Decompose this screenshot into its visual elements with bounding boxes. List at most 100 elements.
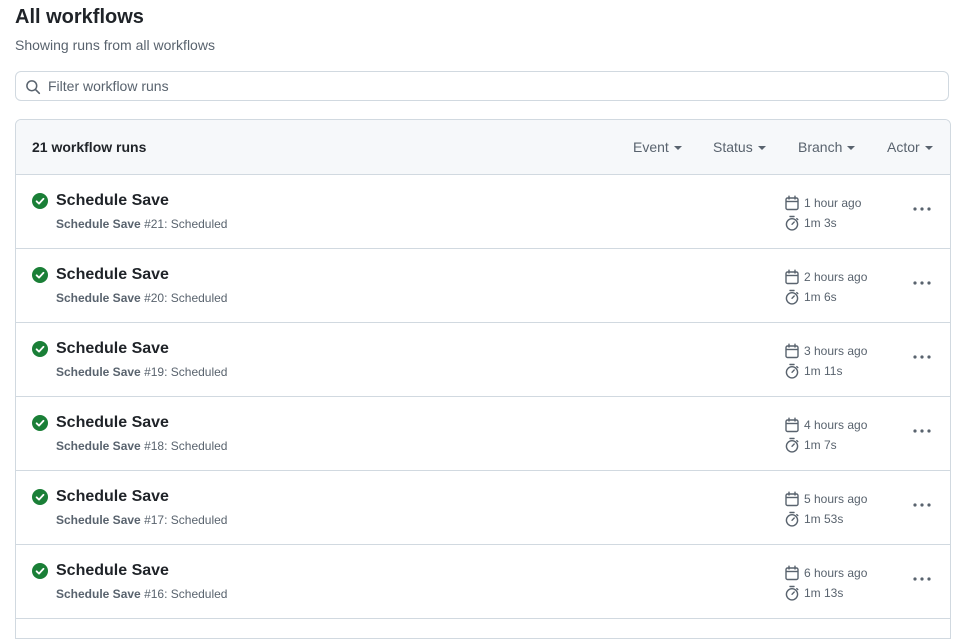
- run-title-link[interactable]: Schedule Save: [56, 488, 169, 506]
- run-number: #18: [144, 439, 165, 453]
- calendar-icon: [785, 269, 799, 285]
- run-date-text: 6 hours ago: [804, 566, 868, 580]
- calendar-icon: [785, 343, 799, 359]
- run-subtitle: Schedule Save #18: Scheduled: [56, 439, 227, 453]
- run-workflow-name: Schedule Save: [56, 217, 141, 231]
- kebab-horizontal-icon: [913, 577, 931, 581]
- check-circle-fill-icon: [32, 267, 48, 283]
- calendar-icon: [785, 195, 799, 211]
- filter-branch-label: Branch: [798, 139, 843, 155]
- run-date-text: 3 hours ago: [804, 344, 868, 358]
- run-duration: 1m 6s: [784, 289, 837, 305]
- workflow-runs-page: All workflows Showing runs from all work…: [0, 0, 962, 639]
- filter-branch-dropdown[interactable]: Branch: [798, 139, 856, 155]
- run-actions-button[interactable]: [909, 495, 935, 515]
- kebab-horizontal-icon: [913, 207, 931, 211]
- run-number: #16: [144, 587, 165, 601]
- run-duration-text: 1m 6s: [804, 290, 837, 304]
- run-date: 2 hours ago: [784, 269, 867, 285]
- run-actions-button[interactable]: [909, 273, 935, 293]
- check-circle-fill-icon: [32, 563, 48, 579]
- stopwatch-icon: [785, 511, 799, 527]
- run-duration-text: 1m 11s: [804, 364, 843, 378]
- chevron-down-icon: [847, 146, 856, 151]
- run-title-link[interactable]: Schedule Save: [56, 414, 169, 432]
- runs-box: 21 workflow runs Event Status Branch Act…: [15, 119, 951, 639]
- filter-status-label: Status: [713, 139, 753, 155]
- stopwatch-icon: [785, 363, 799, 379]
- run-subtitle: Schedule Save #21: Scheduled: [56, 217, 227, 231]
- workflow-run-row[interactable]: Schedule Save Schedule Save #18: Schedul…: [16, 397, 950, 471]
- run-duration: 1m 3s: [784, 215, 837, 231]
- run-title-link[interactable]: Schedule Save: [56, 340, 169, 358]
- workflow-run-row[interactable]: Schedule Save Schedule Save #17: Schedul…: [16, 471, 950, 545]
- run-trigger: : Scheduled: [164, 587, 228, 601]
- filter-event-dropdown[interactable]: Event: [633, 139, 682, 155]
- stopwatch-icon: [785, 215, 799, 231]
- run-duration: 1m 13s: [784, 585, 843, 601]
- run-workflow-name: Schedule Save: [56, 513, 141, 527]
- run-title-link[interactable]: Schedule Save: [56, 266, 169, 284]
- run-number: #19: [144, 365, 165, 379]
- run-workflow-name: Schedule Save: [56, 291, 141, 305]
- kebab-horizontal-icon: [913, 429, 931, 433]
- run-title-link[interactable]: Schedule Save: [56, 192, 169, 210]
- run-date: 3 hours ago: [784, 343, 867, 359]
- run-date-text: 2 hours ago: [804, 270, 868, 284]
- run-actions-button[interactable]: [909, 569, 935, 589]
- stopwatch-icon: [785, 289, 799, 305]
- runs-list: Schedule Save Schedule Save #21: Schedul…: [16, 175, 950, 619]
- workflow-run-row[interactable]: Schedule Save Schedule Save #19: Schedul…: [16, 323, 950, 397]
- check-circle-fill-icon: [32, 489, 48, 505]
- chevron-down-icon: [757, 146, 766, 151]
- stopwatch-icon: [785, 585, 799, 601]
- run-date: 1 hour ago: [784, 195, 861, 211]
- run-duration: 1m 7s: [784, 437, 837, 453]
- run-duration-text: 1m 13s: [804, 586, 844, 600]
- run-trigger: : Scheduled: [164, 365, 228, 379]
- kebab-horizontal-icon: [913, 355, 931, 359]
- run-actions-button[interactable]: [909, 421, 935, 441]
- run-title-link[interactable]: Schedule Save: [56, 562, 169, 580]
- run-duration-text: 1m 53s: [804, 512, 844, 526]
- check-circle-fill-icon: [32, 341, 48, 357]
- filter-actor-label: Actor: [887, 139, 920, 155]
- kebab-horizontal-icon: [913, 281, 931, 285]
- run-workflow-name: Schedule Save: [56, 439, 141, 453]
- run-duration: 1m 53s: [784, 511, 843, 527]
- run-date: 4 hours ago: [784, 417, 867, 433]
- search-box[interactable]: [15, 71, 949, 101]
- filter-status-dropdown[interactable]: Status: [713, 139, 766, 155]
- run-count: 21 workflow runs: [32, 139, 147, 155]
- run-duration: 1m 11s: [784, 363, 842, 379]
- run-date-text: 5 hours ago: [804, 492, 868, 506]
- workflow-run-row[interactable]: Schedule Save Schedule Save #16: Schedul…: [16, 545, 950, 619]
- run-date-text: 4 hours ago: [804, 418, 868, 432]
- run-subtitle: Schedule Save #16: Scheduled: [56, 587, 227, 601]
- stopwatch-icon: [785, 437, 799, 453]
- run-workflow-name: Schedule Save: [56, 365, 141, 379]
- run-actions-button[interactable]: [909, 347, 935, 367]
- run-trigger: : Scheduled: [164, 217, 228, 231]
- run-trigger: : Scheduled: [164, 291, 228, 305]
- filter-actor-dropdown[interactable]: Actor: [887, 139, 933, 155]
- run-subtitle: Schedule Save #17: Scheduled: [56, 513, 227, 527]
- chevron-down-icon: [673, 146, 682, 151]
- run-date: 6 hours ago: [784, 565, 867, 581]
- workflow-run-row[interactable]: Schedule Save Schedule Save #20: Schedul…: [16, 249, 950, 323]
- calendar-icon: [785, 417, 799, 433]
- run-actions-button[interactable]: [909, 199, 935, 219]
- run-subtitle: Schedule Save #19: Scheduled: [56, 365, 227, 379]
- run-date-text: 1 hour ago: [804, 196, 862, 210]
- workflow-run-row[interactable]: Schedule Save Schedule Save #21: Schedul…: [16, 175, 950, 249]
- run-date: 5 hours ago: [784, 491, 867, 507]
- run-workflow-name: Schedule Save: [56, 587, 141, 601]
- run-trigger: : Scheduled: [164, 439, 228, 453]
- runs-header: 21 workflow runs Event Status Branch Act…: [16, 120, 950, 175]
- chevron-down-icon: [924, 146, 933, 151]
- run-number: #17: [144, 513, 165, 527]
- run-duration-text: 1m 3s: [804, 216, 837, 230]
- search-input[interactable]: [48, 72, 928, 100]
- run-number: #21: [144, 217, 165, 231]
- run-subtitle: Schedule Save #20: Scheduled: [56, 291, 227, 305]
